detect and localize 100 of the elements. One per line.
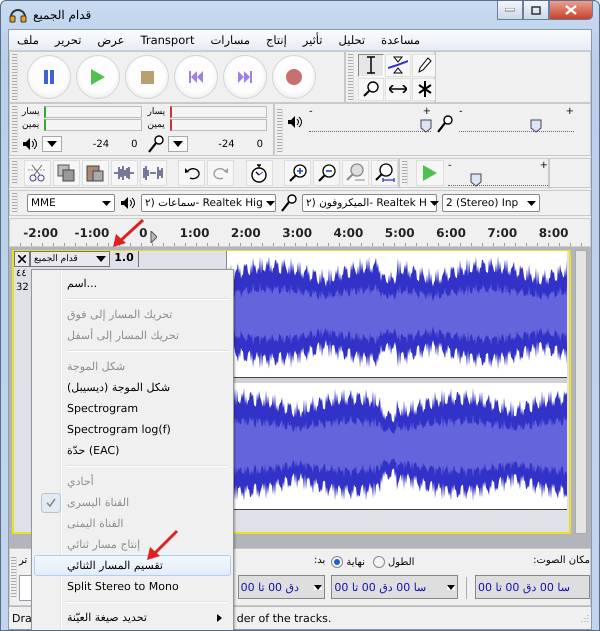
skip-to-start-button[interactable] (174, 55, 218, 99)
time-shift-tool-button[interactable] (385, 78, 411, 100)
selection-start-label: بد: (312, 555, 326, 568)
pause-button[interactable] (27, 55, 71, 99)
menu-item[interactable]: تقسيم المسار الثنائي (34, 555, 231, 576)
menu-item[interactable]: Spectrogram (34, 398, 231, 419)
minimize-icon (505, 8, 515, 12)
envelope-icon (388, 56, 408, 74)
menu-bar-item[interactable]: تأثير (302, 33, 323, 47)
meter-scale-label: -24 (92, 138, 110, 150)
close-button[interactable] (549, 1, 593, 20)
menu-item[interactable]: شكل الموجة (ديسيبل) (34, 377, 231, 398)
time-field[interactable]: 00 سا 00 دق 00 تا (475, 575, 590, 599)
menu-bar-item[interactable]: إنتاج (266, 33, 287, 47)
time-field[interactable]: 00 دق 00 تا (238, 575, 326, 599)
clipboard-icon (86, 164, 104, 182)
slider-thumb[interactable] (530, 119, 542, 133)
sync-lock-button[interactable] (246, 160, 273, 186)
stop-icon (140, 70, 154, 84)
slider-min-label: - (448, 160, 452, 170)
stopwatch-icon (250, 163, 268, 183)
microphone-icon (437, 115, 453, 133)
maximize-button[interactable] (523, 1, 549, 20)
minimize-button[interactable] (497, 1, 523, 20)
playhead-icon (150, 231, 157, 243)
menu-bar-item[interactable]: ملف (17, 33, 39, 47)
timeline-label: 3:00 (282, 226, 312, 240)
caret-icon (527, 200, 536, 206)
caret-icon (96, 256, 106, 262)
speaker-icon (120, 196, 136, 210)
radio-button[interactable]: الطول (372, 556, 414, 568)
track-name-dropdown[interactable]: قدام الجميع (30, 251, 110, 267)
recording-device-dropdown[interactable]: الميكروفون (٢- Realtek H (302, 194, 437, 212)
fit-project-button[interactable] (371, 160, 398, 186)
magnifier-icon (363, 81, 379, 97)
meter-scale-label: -24 (218, 138, 235, 150)
caret-icon (172, 141, 182, 147)
menu-bar-item[interactable]: تحرير (54, 33, 82, 47)
channel-label: يمين (148, 120, 166, 130)
zoom-tool-button[interactable] (358, 78, 384, 100)
menu-item[interactable]: تحديد صيغة العيّنة (34, 607, 231, 628)
slider-thumb[interactable] (420, 119, 432, 133)
selection-tool-button[interactable] (358, 54, 384, 76)
timeline-label: -1:00 (74, 226, 110, 240)
caret-icon (102, 200, 111, 206)
scissors-icon (28, 164, 46, 182)
zoom-in-icon (288, 164, 307, 182)
caret-icon (314, 584, 322, 590)
vertical-scrollbar[interactable] (575, 250, 587, 534)
channel-label: يمين (22, 120, 40, 130)
recording-channels-dropdown[interactable]: 2 (Stereo) Inp (442, 194, 540, 212)
speaker-icon (22, 137, 38, 151)
record-button[interactable] (272, 55, 316, 99)
timeline-label: 5:00 (384, 226, 415, 240)
i-beam-icon (366, 56, 376, 74)
cut-button[interactable] (24, 160, 51, 186)
menu-bar-item[interactable]: مساعدة (381, 33, 420, 47)
annotation-arrow (145, 529, 179, 561)
menu-bar-item[interactable]: مسارات (210, 33, 250, 47)
menu-bar-item[interactable]: Transport (140, 33, 194, 47)
status-text: Dra (12, 612, 32, 624)
slider-min-label: - (459, 107, 463, 117)
audio-position-label: مكان الصوت: (532, 555, 590, 568)
paste-button[interactable] (82, 160, 109, 186)
undo-button[interactable] (178, 160, 206, 186)
meter-scale-label: 0 (256, 138, 263, 150)
timeline-label: 7:00 (487, 226, 518, 240)
timeline-label: 8:00 (538, 226, 569, 240)
zoom-fit-selection-icon (346, 163, 366, 183)
meter-scale-label: 0 (131, 138, 138, 150)
redo-icon (212, 166, 229, 180)
radio-empty-icon (372, 556, 385, 568)
slider-thumb[interactable] (470, 172, 482, 186)
timeline-label: 6:00 (436, 226, 466, 240)
playback-device-dropdown[interactable]: سماعات (٢- Realtek Hig (141, 194, 276, 212)
copy-button[interactable] (52, 160, 80, 186)
skip-to-end-button[interactable] (223, 55, 267, 99)
menu-bar-item[interactable]: تحليل (338, 33, 366, 47)
menu-item[interactable]: Spectrogram log(f) (34, 419, 231, 440)
envelope-tool-button[interactable] (385, 54, 411, 76)
time-field[interactable]: 00 سا 00 دق 00 تا (331, 575, 458, 599)
menu-item[interactable]: حدّة (EAC) (34, 440, 231, 461)
menu-item[interactable]: اسم... (34, 273, 231, 294)
menu-item[interactable]: Split Stereo to Mono (34, 576, 231, 597)
silence-button[interactable] (140, 160, 167, 186)
record-icon (286, 69, 302, 85)
caret-icon (47, 141, 57, 147)
meter-options-button[interactable] (42, 136, 62, 152)
track-info-text: 32 (15, 281, 29, 295)
zoom-in-button[interactable] (284, 160, 312, 186)
zoom-out-button[interactable] (313, 160, 340, 186)
asterisk-icon (418, 81, 432, 97)
audio-host-dropdown[interactable]: MME (27, 194, 115, 212)
menu-bar-item[interactable]: عرض (97, 33, 125, 47)
meter-options-button[interactable] (168, 136, 188, 152)
double-arrow-icon (389, 85, 407, 93)
pencil-icon (418, 57, 432, 73)
radio-button[interactable]: نهاية (331, 556, 365, 568)
radio-selected-icon (331, 556, 344, 568)
trim-button[interactable] (110, 160, 138, 186)
